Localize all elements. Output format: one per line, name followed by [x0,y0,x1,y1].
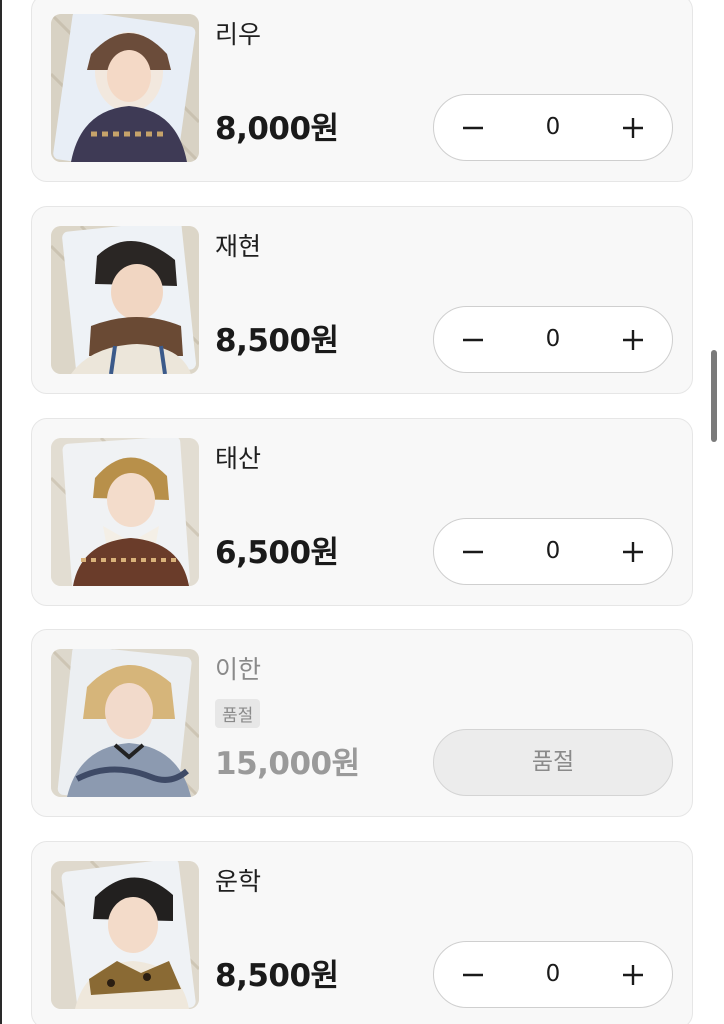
product-card: 운학 8,500원 0 [31,841,693,1024]
sold-out-button[interactable]: 품절 [433,729,673,796]
product-photo[interactable] [51,861,199,1009]
plus-icon [623,329,643,350]
product-photo[interactable] [51,438,199,586]
left-edge-divider [0,0,2,1024]
quantity-stepper: 0 [433,94,673,161]
quantity-value[interactable]: 0 [514,519,592,584]
product-price: 8,000원 [215,111,339,147]
plus-icon [623,541,643,562]
quantity-value[interactable]: 0 [514,942,592,1007]
product-list-page: 리우 8,000원 0 재현 8,500원 0 태산 6,500원 0 이한 품… [0,0,724,1024]
product-price: 8,500원 [215,323,339,359]
increase-quantity-button[interactable] [598,519,668,584]
increase-quantity-button[interactable] [598,95,668,160]
quantity-value[interactable]: 0 [514,95,592,160]
product-card: 재현 8,500원 0 [31,206,693,394]
plus-icon [623,117,643,138]
quantity-stepper: 0 [433,306,673,373]
sold-out-badge: 품절 [215,699,261,728]
increase-quantity-button[interactable] [598,942,668,1007]
quantity-stepper: 0 [433,518,673,585]
product-card-sold-out: 이한 품절 15,000원 품절 [31,629,693,817]
product-name: 리우 [215,20,262,49]
decrease-quantity-button[interactable] [438,307,508,372]
minus-icon [463,973,483,976]
product-name: 재현 [215,232,262,261]
product-name: 운학 [215,867,262,896]
product-name: 이한 [215,655,262,684]
quantity-stepper: 0 [433,941,673,1008]
product-price: 8,500원 [215,958,339,994]
minus-icon [463,338,483,341]
minus-icon [463,126,483,129]
decrease-quantity-button[interactable] [438,95,508,160]
product-card: 태산 6,500원 0 [31,418,693,606]
minus-icon [463,550,483,553]
increase-quantity-button[interactable] [598,307,668,372]
decrease-quantity-button[interactable] [438,519,508,584]
product-price: 6,500원 [215,535,339,571]
product-price: 15,000원 [215,746,360,782]
product-photo[interactable] [51,14,199,162]
product-photo[interactable] [51,226,199,374]
decrease-quantity-button[interactable] [438,942,508,1007]
quantity-value[interactable]: 0 [514,307,592,372]
product-name: 태산 [215,444,262,473]
plus-icon [623,964,643,985]
vertical-scrollbar[interactable] [711,350,717,442]
product-card: 리우 8,000원 0 [31,0,693,182]
product-photo[interactable] [51,649,199,797]
